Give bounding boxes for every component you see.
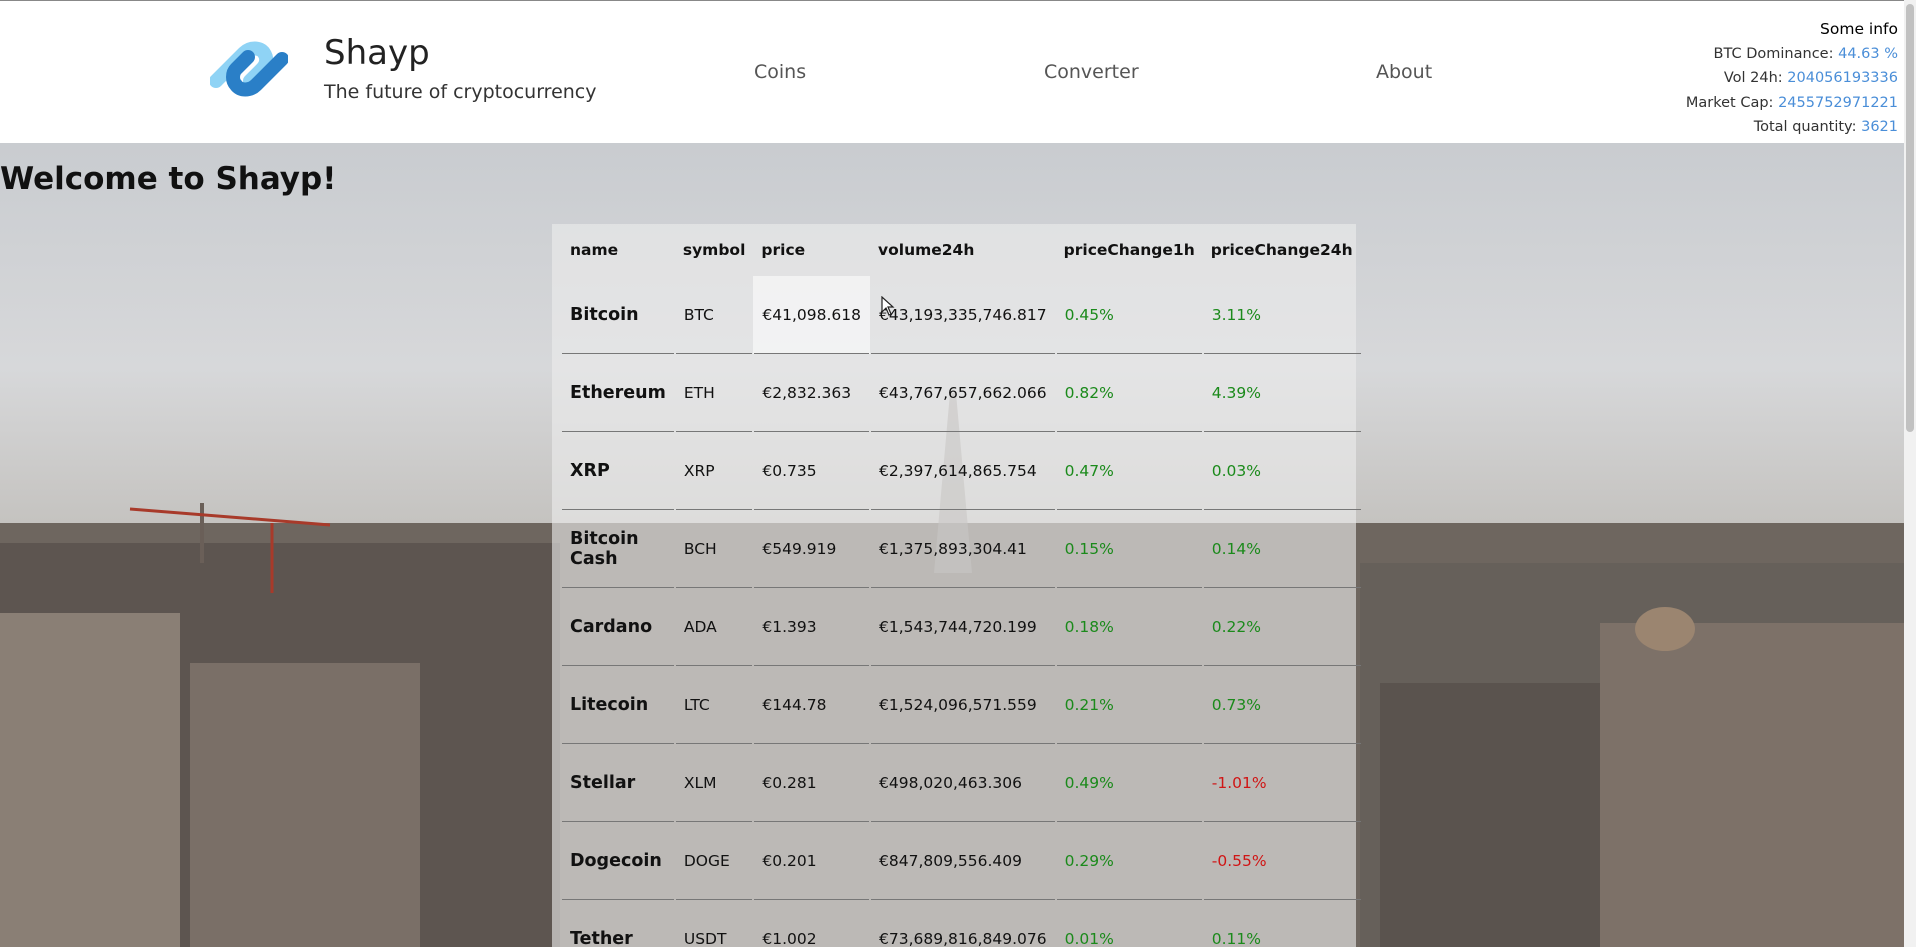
coin-name-cell[interactable]: Dogecoin bbox=[562, 821, 675, 900]
coin-change1h-cell: 0.47% bbox=[1055, 431, 1203, 510]
coin-price-cell: €0.281 bbox=[753, 743, 870, 822]
btc-dominance-row: BTC Dominance: 44.63 % bbox=[1686, 42, 1898, 67]
coin-volume-cell: €1,524,096,571.559 bbox=[870, 665, 1056, 744]
vol24h-row: Vol 24h: 204056193336 bbox=[1686, 66, 1898, 91]
coin-volume-cell: €43,193,335,746.817 bbox=[870, 276, 1056, 354]
table-row[interactable]: Dogecoin DOGE €0.201 €847,809,556.409 0.… bbox=[562, 821, 1361, 900]
welcome-heading: Welcome to Shayp! bbox=[0, 161, 337, 197]
table-row[interactable]: XRP XRP €0.735 €2,397,614,865.754 0.47% … bbox=[562, 431, 1361, 510]
column-header-pricechange1h[interactable]: priceChange1h bbox=[1056, 224, 1203, 276]
coin-price-cell: €0.201 bbox=[753, 821, 870, 900]
mouse-pointer-icon bbox=[881, 296, 895, 316]
nav-converter-link[interactable]: Converter bbox=[1044, 61, 1139, 83]
shayp-logo-icon[interactable] bbox=[210, 37, 288, 101]
nav-about-link[interactable]: About bbox=[1376, 61, 1432, 83]
coin-name-cell[interactable]: Bitcoin Cash bbox=[562, 509, 675, 588]
vol24h-label: Vol 24h: bbox=[1723, 70, 1783, 87]
btc-dominance-label: BTC Dominance: bbox=[1713, 45, 1834, 62]
vol24h-value: 204056193336 bbox=[1787, 70, 1898, 87]
coin-name-cell[interactable]: Stellar bbox=[562, 743, 675, 822]
coin-volume-cell: €1,543,744,720.199 bbox=[870, 587, 1056, 666]
coin-symbol-cell: DOGE bbox=[674, 821, 754, 900]
brand-name: Shayp bbox=[324, 33, 430, 73]
coin-change24h-cell: 3.11% bbox=[1202, 276, 1361, 354]
total-quantity-label: Total quantity: bbox=[1753, 119, 1857, 136]
coin-change1h-cell: 0.01% bbox=[1055, 899, 1203, 947]
coin-symbol-cell: BTC bbox=[674, 276, 754, 354]
coin-volume-cell: €43,767,657,662.066 bbox=[870, 353, 1056, 432]
coin-name-cell[interactable]: Litecoin bbox=[562, 665, 675, 744]
page-scrollbar[interactable] bbox=[1904, 0, 1916, 947]
coin-volume-cell: €73,689,816,849.076 bbox=[870, 899, 1056, 947]
coin-symbol-cell: XLM bbox=[674, 743, 754, 822]
coin-volume-cell: €1,375,893,304.41 bbox=[870, 509, 1056, 588]
coin-symbol-cell: LTC bbox=[674, 665, 754, 744]
coins-table-panel: name symbol price volume24h priceChange1… bbox=[552, 224, 1361, 947]
market-info-panel: Some info BTC Dominance: 44.63 % Vol 24h… bbox=[1686, 17, 1898, 140]
table-row[interactable]: Stellar XLM €0.281 €498,020,463.306 0.49… bbox=[562, 743, 1361, 822]
brand-tagline: The future of cryptocurrency bbox=[324, 81, 597, 103]
table-row[interactable]: Cardano ADA €1.393 €1,543,744,720.199 0.… bbox=[562, 587, 1361, 666]
market-info-title: Some info bbox=[1820, 20, 1898, 38]
coin-change24h-cell: -1.01% bbox=[1202, 743, 1361, 822]
site-header: Shayp The future of cryptocurrency Coins… bbox=[0, 0, 1916, 143]
coin-change1h-cell: 0.45% bbox=[1055, 276, 1203, 354]
market-cap-row: Market Cap: 2455752971221 bbox=[1686, 91, 1898, 116]
coin-change24h-cell: 0.14% bbox=[1202, 509, 1361, 588]
column-header-symbol[interactable]: symbol bbox=[675, 224, 754, 276]
total-quantity-value: 3621 bbox=[1861, 119, 1898, 136]
market-cap-value: 2455752971221 bbox=[1778, 94, 1898, 111]
coin-change1h-cell: 0.18% bbox=[1055, 587, 1203, 666]
table-row[interactable]: Litecoin LTC €144.78 €1,524,096,571.559 … bbox=[562, 665, 1361, 744]
column-header-volume24h[interactable]: volume24h bbox=[870, 224, 1056, 276]
coin-price-cell: €0.735 bbox=[753, 431, 870, 510]
coin-change1h-cell: 0.21% bbox=[1055, 665, 1203, 744]
coin-symbol-cell: BCH bbox=[674, 509, 754, 588]
coin-change24h-cell: -0.55% bbox=[1202, 821, 1361, 900]
column-header-pricechange24h[interactable]: priceChange24h bbox=[1203, 224, 1361, 276]
coin-change1h-cell: 0.49% bbox=[1055, 743, 1203, 822]
coin-change24h-cell: 0.11% bbox=[1202, 899, 1361, 947]
coin-change1h-cell: 0.82% bbox=[1055, 353, 1203, 432]
table-header-row: name symbol price volume24h priceChange1… bbox=[562, 224, 1361, 276]
table-row[interactable]: Bitcoin Cash BCH €549.919 €1,375,893,304… bbox=[562, 509, 1361, 588]
column-header-name[interactable]: name bbox=[562, 224, 675, 276]
coin-volume-cell: €2,397,614,865.754 bbox=[870, 431, 1056, 510]
coin-symbol-cell: USDT bbox=[674, 899, 754, 947]
coin-change24h-cell: 0.22% bbox=[1202, 587, 1361, 666]
coin-change24h-cell: 0.03% bbox=[1202, 431, 1361, 510]
coin-change1h-cell: 0.29% bbox=[1055, 821, 1203, 900]
coin-symbol-cell: ADA bbox=[674, 587, 754, 666]
coin-price-cell: €41,098.618 bbox=[753, 276, 870, 354]
market-cap-label: Market Cap: bbox=[1685, 94, 1774, 111]
btc-dominance-value: 44.63 % bbox=[1838, 45, 1898, 62]
coin-price-cell: €1.393 bbox=[753, 587, 870, 666]
coin-symbol-cell: XRP bbox=[674, 431, 754, 510]
page-scrollbar-thumb[interactable] bbox=[1906, 4, 1914, 432]
nav-coins-link[interactable]: Coins bbox=[754, 61, 806, 83]
hero-background: Welcome to Shayp! name symbol price volu… bbox=[0, 143, 1916, 947]
coin-volume-cell: €498,020,463.306 bbox=[870, 743, 1056, 822]
coin-change1h-cell: 0.15% bbox=[1055, 509, 1203, 588]
coin-name-cell[interactable]: XRP bbox=[562, 431, 675, 510]
coin-name-cell[interactable]: Ethereum bbox=[562, 353, 675, 432]
coins-table: name symbol price volume24h priceChange1… bbox=[562, 224, 1361, 947]
coin-volume-cell: €847,809,556.409 bbox=[870, 821, 1056, 900]
coin-name-cell[interactable]: Cardano bbox=[562, 587, 675, 666]
table-row[interactable]: Ethereum ETH €2,832.363 €43,767,657,662.… bbox=[562, 353, 1361, 432]
table-row[interactable]: Bitcoin BTC €41,098.618 €43,193,335,746.… bbox=[562, 276, 1361, 354]
coin-symbol-cell: ETH bbox=[674, 353, 754, 432]
column-header-price[interactable]: price bbox=[753, 224, 870, 276]
coin-price-cell: €2,832.363 bbox=[753, 353, 870, 432]
coin-name-cell[interactable]: Tether bbox=[562, 899, 675, 947]
table-row[interactable]: Tether USDT €1.002 €73,689,816,849.076 0… bbox=[562, 899, 1361, 947]
coin-change24h-cell: 4.39% bbox=[1202, 353, 1361, 432]
coin-price-cell: €549.919 bbox=[753, 509, 870, 588]
coin-price-cell: €1.002 bbox=[753, 899, 870, 947]
coin-name-cell[interactable]: Bitcoin bbox=[562, 276, 675, 354]
coin-price-cell: €144.78 bbox=[753, 665, 870, 744]
total-quantity-row: Total quantity: 3621 bbox=[1686, 115, 1898, 140]
coin-change24h-cell: 0.73% bbox=[1202, 665, 1361, 744]
